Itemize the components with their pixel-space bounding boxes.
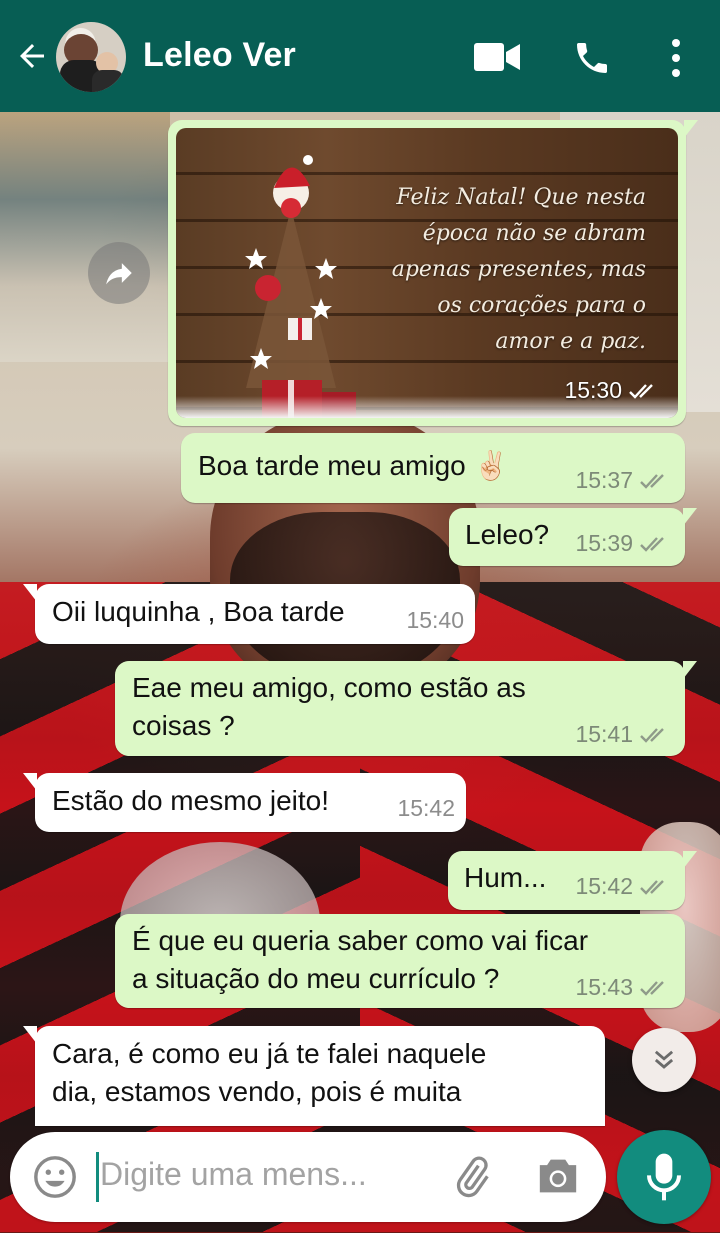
caption-line: amor e a paz. [495,329,646,354]
message-meta: 15:42 [575,873,671,900]
message-meta: 15:39 [575,530,671,557]
message-line: Cara, é como eu já te falei naquele [52,1038,487,1069]
message-text: Eae meu amigo, como estão as coisas ? [132,669,526,745]
message-text: Hum... [464,862,547,893]
message-meta: 15:43 [575,974,671,1001]
contact-name[interactable]: Leleo Ver [143,36,296,75]
message-text: Leleo? [465,519,550,550]
caption-line: época não se abram [422,221,646,246]
message-text: Boa tarde meu amigo ✌🏻 [198,450,509,481]
message-time: 15:43 [575,974,633,1000]
contact-avatar[interactable] [56,22,126,92]
message-meta: 15:42 [397,795,455,822]
bubble-tail [683,661,697,679]
message-input[interactable]: Digite uma mens... [100,1156,367,1193]
message-time: 15:42 [397,795,455,821]
message-time: 15:42 [575,873,633,899]
message-bubble[interactable]: Estão do mesmo jeito! 15:42 [23,773,466,832]
message-bubble[interactable]: Hum... 15:42 [448,851,697,910]
message-bubble[interactable]: Boa tarde meu amigo ✌🏻 15:37 [181,433,685,503]
message-text: Estão do mesmo jeito! [52,785,330,816]
christmas-card-image: Feliz Natal! Que nesta época não se abra… [176,128,678,418]
message-meta: 15:30 [564,377,660,404]
message-bubble[interactable]: É que eu queria saber como vai ficar a s… [115,914,685,1008]
double-chevron-down-icon [654,1050,674,1069]
message-line: a situação do meu currículo ? [132,963,500,994]
caption-line: Feliz Natal! Que nesta [396,185,646,210]
message-text: Cara, é como eu já te falei naquele dia,… [52,1035,486,1111]
scroll-to-bottom-button[interactable] [632,1028,696,1092]
avatar-child-body [92,70,124,92]
message-bubble[interactable]: Leleo? 15:39 [449,508,697,566]
message-image[interactable]: Feliz Natal! Que nesta época não se abra… [168,120,698,426]
message-time: 15:39 [575,530,633,556]
phone-call-icon[interactable] [572,38,612,78]
text-caret [96,1152,99,1202]
emoji-icon[interactable] [32,1154,78,1200]
double-check-icon [629,383,653,399]
forward-icon [106,263,132,285]
chat-header: Leleo Ver [0,0,720,112]
bubble-tail [683,851,697,869]
double-check-icon [640,727,664,743]
message-bubble[interactable]: Oii luquinha , Boa tarde 15:40 [23,584,475,644]
message-line: dia, estamos vendo, pois é muita [52,1076,462,1107]
message-line: Eae meu amigo, como estão as [132,672,526,703]
bubble-tail [683,508,697,526]
bubble-tail [23,773,37,791]
voice-record-button[interactable] [617,1130,711,1224]
bubble-tail [23,584,37,602]
more-vert-icon[interactable] [668,38,684,78]
message-line: coisas ? [132,710,235,741]
message-time: 15:41 [575,721,633,747]
bubble-tail [684,120,698,138]
message-meta: 15:40 [406,607,464,634]
caption-line: apenas presentes, mas [391,257,646,282]
back-arrow-icon[interactable] [14,38,50,74]
wallpaper-shelf [0,112,170,362]
message-line: É que eu queria saber como vai ficar [132,925,589,956]
bubble-tail [23,1026,37,1044]
microphone-icon [647,1153,681,1201]
christmas-tree-icon [245,155,356,418]
camera-icon[interactable] [536,1156,580,1196]
caption-line: os corações para o [437,293,646,318]
message-bubble[interactable]: Eae meu amigo, como estão as coisas ? 15… [115,661,697,756]
double-check-icon [640,980,664,996]
double-check-icon [640,536,664,552]
message-text: É que eu queria saber como vai ficar a s… [132,922,588,998]
message-time: 15:37 [575,467,633,493]
double-check-icon [640,879,664,895]
double-check-icon [640,473,664,489]
message-time: 15:30 [564,377,622,403]
image-caption: Feliz Natal! Que nesta época não se abra… [346,180,646,360]
message-composer[interactable]: Digite uma mens... [10,1132,606,1222]
message-bubble[interactable]: Cara, é como eu já te falei naquele dia,… [23,1026,605,1126]
message-time: 15:40 [406,607,464,633]
video-call-icon[interactable] [474,40,520,74]
message-meta: 15:41 [575,721,671,748]
message-text: Oii luquinha , Boa tarde [52,596,345,627]
attach-icon[interactable] [450,1154,494,1200]
message-meta: 15:37 [575,467,671,494]
forward-button[interactable] [88,242,150,304]
